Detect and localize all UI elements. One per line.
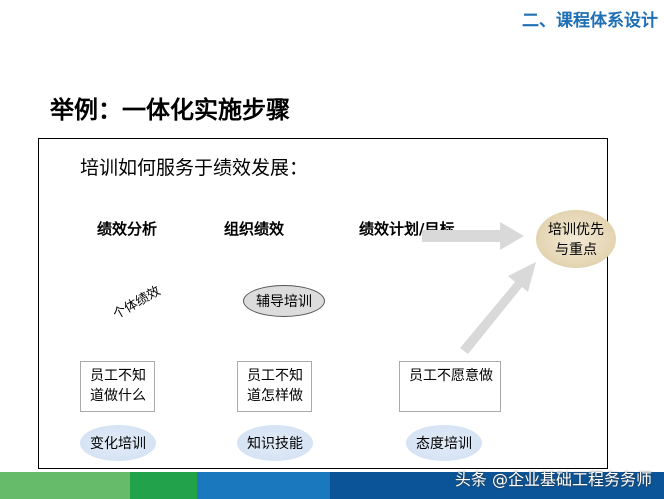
footer-bar-segment <box>0 472 130 499</box>
training-priority-ellipse: 培训优先 与重点 <box>536 210 616 268</box>
problem-box: 员工不知道怎样做 <box>237 361 312 412</box>
training-ellipse: 知识技能 <box>237 425 313 461</box>
problem-box: 员工不愿意做 <box>399 361 501 412</box>
arrow-diagonal <box>460 262 536 354</box>
goal-line-2: 与重点 <box>555 242 597 258</box>
watermark: 头条 @企业基础工程务务师 <box>454 470 652 489</box>
footer-bar-segment <box>130 472 197 499</box>
arrow-right <box>422 222 524 250</box>
training-ellipse: 态度培训 <box>406 425 482 461</box>
coaching-ellipse: 辅导培训 <box>243 285 325 317</box>
goal-line-1: 培训优先 <box>548 222 604 238</box>
footer-bar-segment <box>197 472 330 499</box>
problem-box: 员工不知道做什么 <box>80 361 155 412</box>
training-ellipse: 变化培训 <box>80 425 156 461</box>
